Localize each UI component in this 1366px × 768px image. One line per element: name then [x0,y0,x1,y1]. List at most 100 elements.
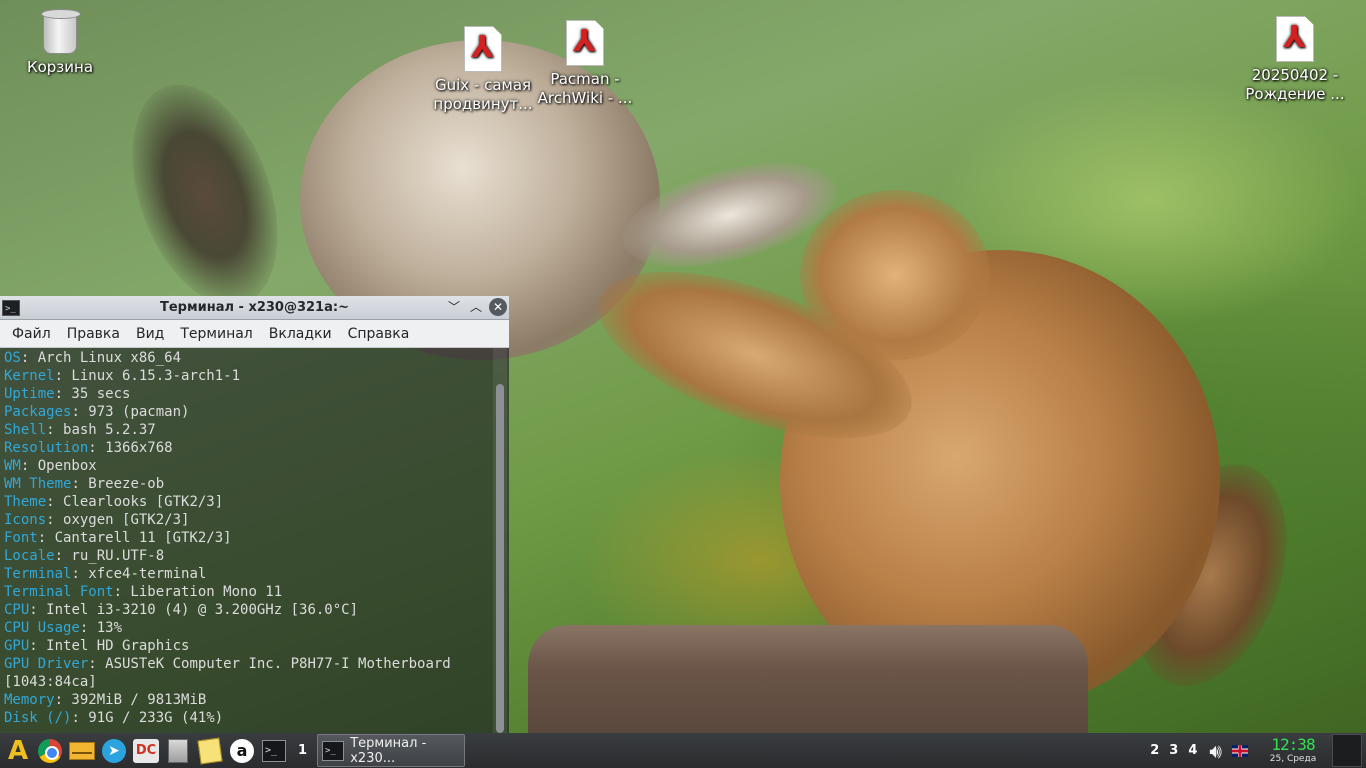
terminal-line-key: Resolution [4,440,89,456]
terminal-output-area[interactable]: OS: Arch Linux x86_64 Kernel: Linux 6.15.… [0,348,509,733]
tree-stump [528,625,1088,735]
workspace-2[interactable]: 2 [1150,743,1159,758]
terminal-line-value: [1043:84ca] [4,674,97,690]
show-desktop-button[interactable] [1332,734,1362,767]
terminal-line: Kernel: Linux 6.15.3-arch1-1 [4,367,491,385]
terminal-line-key: Terminal [4,566,72,582]
menu-tabs[interactable]: Вкладки [261,326,340,342]
terminal-line-value: : ASUSTeK Computer Inc. P8H77-I Motherbo… [88,656,451,672]
pdf-icon: ⅄ [1276,16,1314,62]
desktop-icon-label: Корзина [26,58,94,76]
desktop-icon-pdf-20250402[interactable]: ⅄ 20250402 - Рождение ... [1240,16,1350,104]
terminal-icon: >_ [322,740,345,761]
terminal-line-value: : Linux 6.15.3-arch1-1 [54,368,241,384]
kitten-right-head [800,190,990,360]
terminal-line-key: WM [4,458,21,474]
terminal-line-key: Font [4,530,38,546]
desktop-icon-label: Pacman - ArchWiki - ... [537,70,633,107]
terminal-line-value: : oxygen [GTK2/3] [46,512,190,528]
keyboard-layout-flag-icon[interactable] [1232,744,1248,757]
close-icon[interactable]: ✕ [489,298,507,316]
launcher-notes[interactable] [196,737,224,765]
terminal-line: [1043:84ca] [4,673,491,691]
desktop-icon-label: Guix - самая продвинут... [433,76,533,113]
terminal-line-value: : 973 (pacman) [71,404,190,420]
clock-date: 25, Среда [1269,754,1317,764]
terminal-line-value: : 91G / 233G (41%) [71,710,224,726]
launcher-terminal[interactable]: >_ [260,737,288,765]
terminal-line-key: WM Theme [4,476,72,492]
terminal-line-value: : Openbox [20,458,97,474]
terminal-line-key: CPU Usage [4,620,80,636]
clock[interactable]: 12:38 25, Среда [1260,736,1326,765]
terminal-line-key: Memory [4,692,55,708]
desktop-icon-pdf-guix[interactable]: ⅄ Guix - самая продвинут... [428,26,538,114]
terminal-line: Resolution: 1366x768 [4,439,491,457]
desktop-icon-pdf-pacman[interactable]: ⅄ Pacman - ArchWiki - ... [530,20,640,108]
mail-icon [69,741,95,760]
workspace-4[interactable]: 4 [1188,743,1197,758]
launcher-arch-menu[interactable]: A [4,736,32,766]
browser-icon [38,738,62,763]
launcher-file-manager[interactable] [164,737,192,765]
maximize-chevron-up-icon[interactable]: ︿ [467,298,485,316]
terminal-line-value: : 392MiB / 9813MiB [54,692,207,708]
trash-icon [41,9,81,54]
terminal-line-key: Theme [4,494,47,510]
launcher-anon-app[interactable]: a [228,737,256,765]
window-controls: ﹀ ︿ ✕ [445,298,507,316]
desktop-icon-trash[interactable]: Корзина [5,9,115,77]
clock-time: 12:38 [1271,735,1315,754]
workspace-3[interactable]: 3 [1169,743,1178,758]
terminal-line: WM: Openbox [4,457,491,475]
menu-view[interactable]: Вид [128,326,172,342]
terminal-line: Terminal Font: Liberation Mono 11 [4,583,491,601]
terminal-line-key: Kernel [4,368,55,384]
menu-edit[interactable]: Правка [59,326,128,342]
terminal-line-value: : 35 secs [54,386,131,402]
terminal-line-key: Packages [4,404,72,420]
telegram-icon: ➤ [102,738,126,763]
terminal-line-key: Uptime [4,386,55,402]
menu-file[interactable]: Файл [4,326,59,342]
terminal-line-value: : xfce4-terminal [71,566,207,582]
terminal-line: Terminal: xfce4-terminal [4,565,491,583]
taskbar-window-terminal[interactable]: >_ Терминал - x230... [317,734,466,767]
terminal-line: GPU Driver: ASUSTeK Computer Inc. P8H77-… [4,655,491,673]
launcher-chromium[interactable] [36,737,64,765]
terminal-line-value: : Intel i3-3210 (4) @ 3.200GHz [36.0°C] [29,602,359,618]
menu-terminal[interactable]: Терминал [172,326,260,342]
terminal-line-value: : Clearlooks [GTK2/3] [46,494,224,510]
menubar: Файл Правка Вид Терминал Вкладки Справка [0,320,509,348]
terminal-line: CPU Usage: 13% [4,619,491,637]
window-titlebar[interactable]: >_ Терминал - x230@321a:~ ﹀ ︿ ✕ [0,296,509,320]
file-cabinet-icon [168,738,188,763]
launcher-mail[interactable] [68,737,96,765]
terminal-line-value: : Intel HD Graphics [29,638,190,654]
kitten-left-tail [104,64,306,326]
terminal-window[interactable]: >_ Терминал - x230@321a:~ ﹀ ︿ ✕ Файл Пра… [0,296,509,733]
terminal-line: CPU: Intel i3-3210 (4) @ 3.200GHz [36.0°… [4,601,491,619]
terminal-output: OS: Arch Linux x86_64 Kernel: Linux 6.15.… [4,349,491,727]
minimize-chevron-down-icon[interactable]: ﹀ [445,298,463,316]
terminal-line: Packages: 973 (pacman) [4,403,491,421]
scrollbar-thumb[interactable] [496,384,504,733]
terminal-line-value: : ru_RU.UTF-8 [54,548,165,564]
terminal-line: Locale: ru_RU.UTF-8 [4,547,491,565]
launcher-telegram[interactable]: ➤ [100,737,128,765]
terminal-line-value: : Liberation Mono 11 [113,584,283,600]
pdf-icon: ⅄ [464,26,502,72]
terminal-line: Theme: Clearlooks [GTK2/3] [4,493,491,511]
volume-icon[interactable]: 🔊︎ [1209,739,1222,763]
current-workspace-indicator[interactable]: 1 [298,743,307,758]
launcher-double-commander[interactable]: DC [132,737,160,765]
terminal-line-value: : Cantarell 11 [GTK2/3] [37,530,232,546]
terminal-line-value: : Arch Linux x86_64 [20,350,182,366]
terminal-line-key: OS [4,350,21,366]
terminal-line-value: : 1366x768 [88,440,173,456]
terminal-line: OS: Arch Linux x86_64 [4,349,491,367]
scrollbar[interactable] [493,348,507,733]
terminal-line: WM Theme: Breeze-ob [4,475,491,493]
pdf-icon: ⅄ [566,20,604,66]
menu-help[interactable]: Справка [340,326,418,342]
